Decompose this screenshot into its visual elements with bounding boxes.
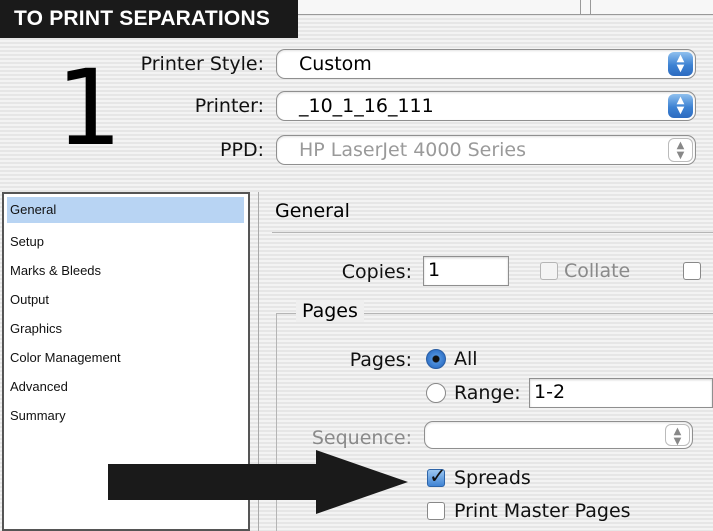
pages-all-label: All xyxy=(454,348,478,370)
divider xyxy=(580,0,581,14)
sidebar-item-general[interactable]: General xyxy=(7,197,244,223)
ppd-label: PPD: xyxy=(220,139,264,161)
pages-range-field[interactable]: 1-2 xyxy=(529,378,713,408)
select-arrows-icon: ▲ ▼ xyxy=(668,138,693,162)
pages-label: Pages: xyxy=(349,349,412,371)
sidebar-item-advanced[interactable]: Advanced xyxy=(10,379,68,394)
printer-style-label: Printer Style: xyxy=(140,53,264,75)
select-arrows-icon: ▲ ▼ xyxy=(668,94,693,118)
sequence-label: Sequence: xyxy=(311,427,412,449)
collate-label: Collate xyxy=(564,260,631,282)
sidebar-item-setup[interactable]: Setup xyxy=(10,234,44,249)
pages-all-radio[interactable] xyxy=(426,349,446,369)
printer-label: Printer: xyxy=(194,95,264,117)
section-title: General xyxy=(275,200,350,222)
pages-range-radio[interactable] xyxy=(426,383,446,403)
spreads-checkbox[interactable] xyxy=(427,464,447,488)
copies-field[interactable]: 1 xyxy=(423,256,509,286)
title-banner: TO PRINT SEPARATIONS xyxy=(0,0,298,38)
collate-checkbox[interactable] xyxy=(540,262,558,280)
printer-style-select[interactable]: Custom ▲ ▼ xyxy=(276,49,696,79)
print-master-pages-label: Print Master Pages xyxy=(454,500,631,522)
pages-range-label: Range: xyxy=(454,382,521,404)
sidebar-item-graphics[interactable]: Graphics xyxy=(10,321,62,336)
printer-value: _10_1_16_111 xyxy=(299,95,434,117)
section-divider xyxy=(272,232,713,233)
pages-group-title: Pages xyxy=(296,300,364,322)
printer-style-value: Custom xyxy=(299,53,372,75)
sidebar-item-summary[interactable]: Summary xyxy=(10,408,66,423)
sequence-select[interactable]: ▲ ▼ xyxy=(424,421,693,449)
print-master-pages-checkbox[interactable] xyxy=(427,502,445,520)
window-top-edge xyxy=(298,0,713,15)
spreads-label: Spreads xyxy=(454,467,531,489)
sidebar-item-color-management[interactable]: Color Management xyxy=(10,350,121,365)
callout-arrow-icon xyxy=(108,450,408,514)
reverse-order-checkbox[interactable] xyxy=(683,262,701,280)
copies-label: Copies: xyxy=(341,261,412,283)
select-arrows-icon: ▲ ▼ xyxy=(665,424,690,447)
copies-value: 1 xyxy=(428,259,441,281)
ppd-value: HP LaserJet 4000 Series xyxy=(299,139,527,161)
divider xyxy=(590,0,591,14)
select-arrows-icon: ▲ ▼ xyxy=(668,52,693,76)
printer-select[interactable]: _10_1_16_111 ▲ ▼ xyxy=(276,91,696,121)
ppd-select[interactable]: HP LaserJet 4000 Series ▲ ▼ xyxy=(276,135,696,165)
sidebar-item-output[interactable]: Output xyxy=(10,292,49,307)
sidebar-item-marks-bleeds[interactable]: Marks & Bleeds xyxy=(10,263,101,278)
pages-range-value: 1-2 xyxy=(534,381,566,403)
